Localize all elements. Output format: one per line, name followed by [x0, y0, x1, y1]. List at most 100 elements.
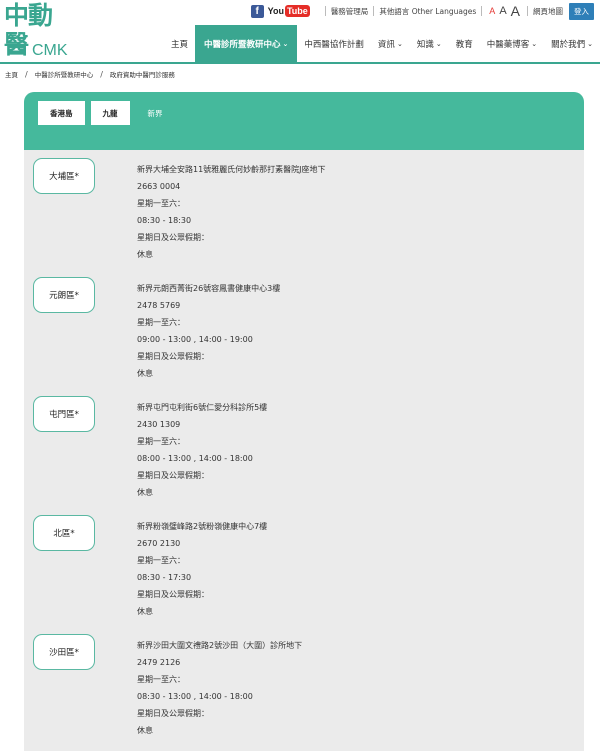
holiday-label: 星期日及公眾假期： — [137, 471, 209, 480]
header-divider — [0, 62, 600, 64]
nav-item-blog[interactable]: 中醫藥博客 ⌄ — [480, 25, 544, 62]
clinic-info: 新界粉嶺璧峰路2號粉嶺健康中心7樓 2670 2130 星期一至六： 08:30… — [137, 518, 267, 620]
clinic-phone: 2478 5769 — [137, 301, 181, 310]
clinic-info: 新界元朗西菁街26號容鳳書健康中心3樓 2478 5769 星期一至六： 09:… — [137, 280, 280, 382]
holiday-hours: 休息 — [137, 726, 153, 735]
clinic-entry: 北區* 新界粉嶺璧峰路2號粉嶺健康中心7樓 2670 2130 星期一至六： 0… — [24, 507, 584, 626]
facebook-icon[interactable]: f — [250, 4, 264, 18]
main-nav: 主頁 中醫診所暨教研中心 ⌄ 中西醫協作計劃 資訊 ⌄ 知識 ⌄ 教育 中醫藥博… — [164, 25, 600, 62]
weekday-label: 星期一至六： — [137, 199, 185, 208]
clinic-list-panel: 香港島 九龍 新界 大埔區* 新界大埔全安路11號雅麗氏何妙齡那打素醫院J座地下… — [24, 92, 584, 751]
chevron-down-icon: ⌄ — [531, 39, 538, 48]
breadcrumb: 主頁 / 中醫診所暨教研中心 / 政府資助中醫門診服務 — [5, 69, 175, 80]
district-badge: 大埔區* — [33, 158, 95, 194]
logo-text-cmk: CMK — [32, 42, 68, 59]
divider — [527, 6, 528, 16]
weekday-label: 星期一至六： — [137, 675, 185, 684]
tab-kowloon[interactable]: 九龍 — [90, 101, 130, 125]
breadcrumb-home[interactable]: 主頁 — [5, 69, 18, 79]
sitemap-link[interactable]: 網頁地圖 — [533, 6, 563, 17]
breadcrumb-separator: / — [100, 69, 103, 79]
site-header: 中動 醫 CMK f You Tube 醫務管理局 其他語言 Other Lan… — [0, 0, 600, 62]
nav-item-information[interactable]: 資訊 ⌄ — [371, 25, 410, 62]
divider — [324, 6, 326, 16]
district-badge: 沙田區* — [33, 634, 95, 670]
nav-item-label: 中醫藥博客 — [486, 39, 530, 50]
clinic-info: 新界沙田大圍文禮路2號沙田（大圍）診所地下 2479 2126 星期一至六： 0… — [137, 637, 302, 739]
chevron-down-icon: ⌄ — [435, 39, 442, 48]
clinic-entry: 大埔區* 新界大埔全安路11號雅麗氏何妙齡那打素醫院J座地下 2663 0004… — [24, 150, 584, 269]
font-size-large-button[interactable]: A — [511, 3, 520, 19]
district-badge: 元朗區* — [33, 277, 95, 313]
logo-text-line2: 醫 — [4, 30, 30, 59]
clinic-entry: 元朗區* 新界元朗西菁街26號容鳳書健康中心3樓 2478 5769 星期一至六… — [24, 269, 584, 388]
login-button[interactable]: 登入 — [569, 2, 594, 20]
breadcrumb-clinic-centre[interactable]: 中醫診所暨教研中心 — [35, 69, 94, 79]
nav-item-home[interactable]: 主頁 — [164, 25, 195, 62]
youtube-you-text: You — [267, 6, 284, 16]
holiday-label: 星期日及公眾假期： — [137, 233, 209, 242]
font-size-medium-button[interactable]: A — [499, 5, 506, 17]
holiday-hours: 休息 — [137, 488, 153, 497]
nav-item-label: 資訊 — [377, 39, 395, 50]
tab-new-territories[interactable]: 新界 — [136, 101, 175, 125]
chevron-down-icon: ⌄ — [587, 39, 593, 48]
weekday-hours: 08:30 - 18:30 — [137, 216, 192, 225]
nav-item-label: 主頁 — [171, 39, 189, 50]
weekday-label: 星期一至六： — [137, 437, 185, 446]
clinic-address: 新界元朗西菁街26號容鳳書健康中心3樓 — [137, 284, 281, 293]
clinic-entry: 沙田區* 新界沙田大圍文禮路2號沙田（大圍）診所地下 2479 2126 星期一… — [24, 626, 584, 745]
nav-item-integrated-care[interactable]: 中西醫協作計劃 — [297, 25, 371, 62]
tab-hong-kong-island[interactable]: 香港島 — [38, 101, 85, 125]
divider — [481, 6, 483, 16]
nav-item-label: 教育 — [455, 39, 473, 50]
clinic-info: 新界大埔全安路11號雅麗氏何妙齡那打素醫院J座地下 2663 0004 星期一至… — [137, 161, 326, 263]
chevron-down-icon: ⌄ — [396, 39, 403, 48]
holiday-label: 星期日及公眾假期： — [137, 709, 209, 718]
holiday-hours: 休息 — [137, 250, 153, 259]
utility-bar: f You Tube 醫務管理局 其他語言 Other Languages A … — [250, 2, 594, 20]
other-languages-link[interactable]: 其他語言 Other Languages — [379, 6, 476, 17]
weekday-hours: 08:30 - 13:00 , 14:00 - 18:00 — [137, 692, 253, 701]
font-size-small-button[interactable]: A — [489, 6, 495, 16]
clinic-address: 新界大埔全安路11號雅麗氏何妙齡那打素醫院J座地下 — [137, 165, 326, 174]
nav-item-education[interactable]: 教育 — [449, 25, 480, 62]
holiday-hours: 休息 — [137, 607, 153, 616]
clinic-entry: 屯門區* 新界屯門屯利街6號仁愛分科診所5樓 2430 1309 星期一至六： … — [24, 388, 584, 507]
breadcrumb-separator: / — [25, 69, 28, 79]
youtube-icon[interactable]: You Tube — [268, 5, 310, 17]
youtube-tube-text: Tube — [284, 5, 310, 17]
nav-item-label: 中醫診所暨教研中心 — [204, 39, 281, 50]
holiday-hours: 休息 — [137, 369, 153, 378]
clinic-address: 新界沙田大圍文禮路2號沙田（大圍）診所地下 — [137, 641, 303, 650]
district-badge: 北區* — [33, 515, 95, 551]
region-tabs: 香港島 九龍 新界 — [24, 92, 584, 150]
clinic-address: 新界粉嶺璧峰路2號粉嶺健康中心7樓 — [137, 522, 268, 531]
nav-item-label: 關於我們 — [551, 39, 586, 50]
nav-item-about-us[interactable]: 關於我們 ⌄ — [544, 25, 600, 62]
nav-item-clinic-centre[interactable]: 中醫診所暨教研中心 ⌄ — [195, 25, 298, 62]
weekday-hours: 08:30 - 17:30 — [137, 573, 192, 582]
divider — [373, 6, 375, 16]
weekday-label: 星期一至六： — [137, 318, 185, 327]
clinic-address: 新界屯門屯利街6號仁愛分科診所5樓 — [137, 403, 268, 412]
nav-item-label: 知識 — [416, 39, 434, 50]
district-badge: 屯門區* — [33, 396, 95, 432]
logo-text-line1: 中動 — [4, 1, 53, 30]
weekday-hours: 09:00 - 13:00 , 14:00 - 19:00 — [137, 335, 253, 344]
holiday-label: 星期日及公眾假期： — [137, 590, 209, 599]
clinic-phone: 2670 2130 — [137, 539, 181, 548]
cmk-logo[interactable]: 中動 醫 CMK — [4, 1, 68, 60]
weekday-hours: 08:00 - 13:00 , 14:00 - 18:00 — [137, 454, 253, 463]
clinic-phone: 2430 1309 — [137, 420, 181, 429]
chevron-down-icon: ⌄ — [282, 39, 289, 48]
hospital-authority-link[interactable]: 醫務管理局 — [331, 6, 369, 17]
breadcrumb-current: 政府資助中醫門診服務 — [109, 71, 175, 79]
nav-item-knowledge[interactable]: 知識 ⌄ — [410, 25, 449, 62]
nav-item-label: 中西醫協作計劃 — [304, 39, 364, 50]
weekday-label: 星期一至六： — [137, 556, 185, 565]
holiday-label: 星期日及公眾假期： — [137, 352, 209, 361]
clinic-phone: 2479 2126 — [137, 658, 181, 667]
clinic-info: 新界屯門屯利街6號仁愛分科診所5樓 2430 1309 星期一至六： 08:00… — [137, 399, 267, 501]
clinic-phone: 2663 0004 — [137, 182, 181, 191]
